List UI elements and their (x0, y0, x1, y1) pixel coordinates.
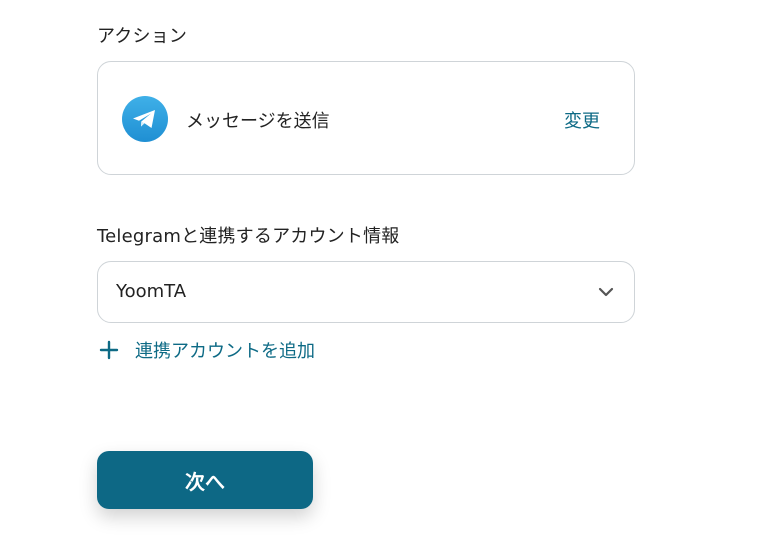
page: アクション メッセージを送信 変更 Telegramと連携するアカウント情報 Y… (0, 0, 764, 550)
plus-icon (99, 340, 119, 360)
action-card: メッセージを送信 変更 (97, 61, 635, 175)
telegram-icon (122, 96, 168, 142)
action-name: メッセージを送信 (186, 111, 330, 132)
account-select[interactable]: YoomTA (97, 261, 635, 323)
selected-account-value: YoomTA (116, 281, 187, 302)
account-section-label: Telegramと連携するアカウント情報 (97, 226, 400, 247)
action-section-label: アクション (97, 26, 188, 47)
change-action-link[interactable]: 変更 (564, 107, 600, 133)
add-account-link[interactable]: 連携アカウントを追加 (99, 336, 315, 364)
chevron-down-icon (598, 287, 614, 297)
add-account-label: 連携アカウントを追加 (135, 341, 315, 362)
next-button[interactable]: 次へ (97, 451, 313, 509)
